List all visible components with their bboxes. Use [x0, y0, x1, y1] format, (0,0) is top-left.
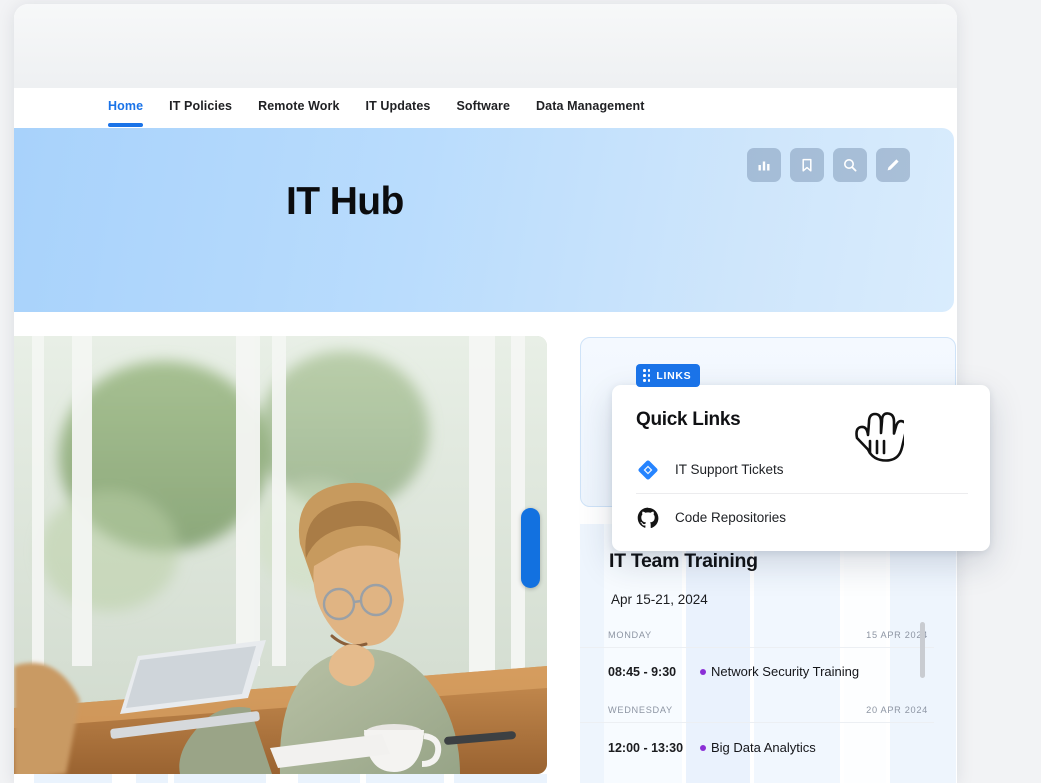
bookmark-icon [802, 158, 812, 172]
github-icon [637, 507, 659, 528]
nav-item-it-policies[interactable]: IT Policies [169, 99, 232, 115]
links-drag-badge[interactable]: LINKS [636, 364, 701, 387]
event-title: Network Security Training [711, 664, 860, 679]
schedule-event-row[interactable]: 08:45 - 9:30 Network Security Training [608, 664, 938, 679]
drag-handle-icon [643, 369, 651, 382]
schedule-event-row[interactable]: 12:00 - 13:30 Big Data Analytics [608, 740, 938, 755]
schedule-title: IT Team Training [609, 550, 758, 572]
day-date: 20 APR 2024 [866, 705, 928, 715]
grid-cell [454, 774, 547, 783]
grabbing-hand-cursor [848, 408, 908, 475]
quick-link-it-support-tickets[interactable]: IT Support Tickets [636, 447, 968, 492]
event-title: Big Data Analytics [711, 740, 816, 755]
jira-diamond-icon [638, 459, 658, 480]
quick-links-title: Quick Links [636, 409, 741, 430]
quick-link-label: IT Support Tickets [675, 462, 784, 477]
hero-toolbar [747, 148, 910, 182]
nav-item-remote-work[interactable]: Remote Work [258, 99, 339, 115]
schedule-scrollbar-thumb[interactable] [920, 622, 925, 678]
quick-link-code-repositories[interactable]: Code Repositories [636, 495, 968, 540]
event-time: 08:45 - 9:30 [608, 664, 677, 679]
grid-cell [298, 774, 360, 783]
training-schedule-panel: IT Team Training Apr 15-21, 2024 MONDAY … [580, 524, 956, 783]
hero-banner: IT Hub [14, 128, 954, 312]
quick-link-label: Code Repositories [675, 510, 787, 525]
day-name: WEDNESDAY [608, 705, 673, 715]
schedule-date-range: Apr 15-21, 2024 [611, 592, 708, 607]
panel-resize-handle[interactable] [521, 508, 540, 588]
nav-item-software[interactable]: Software [456, 99, 510, 115]
quick-links-divider [636, 493, 968, 494]
office-photo-illustration [14, 336, 547, 774]
grid-cell [174, 774, 266, 783]
event-status-dot [700, 744, 706, 751]
pencil-icon [887, 159, 899, 171]
screen: Home IT Policies Remote Work IT Updates … [0, 0, 1041, 783]
links-badge-label: LINKS [656, 369, 692, 382]
search-button[interactable] [833, 148, 867, 182]
hero-photo [14, 336, 547, 774]
day-date: 15 APR 2024 [866, 630, 928, 640]
bar-chart-icon [758, 161, 770, 171]
search-icon [844, 159, 857, 172]
event-status-dot [700, 668, 706, 675]
schedule-divider [580, 647, 934, 648]
bookmark-button[interactable] [790, 148, 824, 182]
day-header-wednesday: WEDNESDAY 20 APR 2024 [608, 705, 928, 715]
bottom-grid-strip [14, 774, 547, 783]
nav-item-data-management[interactable]: Data Management [536, 99, 644, 115]
quick-links-card[interactable]: Quick Links IT Support Tickets Code Repo… [612, 385, 990, 551]
analytics-button[interactable] [747, 148, 781, 182]
event-time: 12:00 - 13:30 [608, 740, 684, 755]
nav-item-it-updates[interactable]: IT Updates [366, 99, 431, 115]
main-navigation: Home IT Policies Remote Work IT Updates … [14, 88, 957, 127]
day-name: MONDAY [608, 630, 652, 640]
browser-chrome [14, 4, 957, 88]
grid-cell [34, 774, 112, 783]
page-title: IT Hub [286, 180, 404, 223]
edit-button[interactable] [876, 148, 910, 182]
schedule-divider [580, 722, 934, 723]
nav-item-home[interactable]: Home [108, 99, 144, 127]
grid-cell [366, 774, 444, 783]
day-header-monday: MONDAY 15 APR 2024 [608, 630, 928, 640]
grid-cell [136, 774, 168, 783]
